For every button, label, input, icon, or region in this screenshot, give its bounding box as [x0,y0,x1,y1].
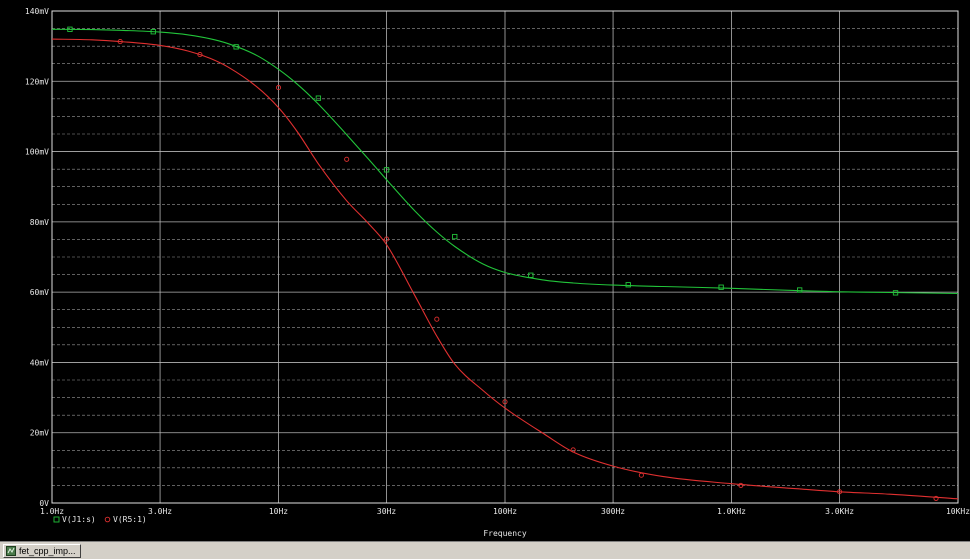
x-tick-label: 1.0KHz [717,507,746,516]
x-tick-label: 3.0KHz [825,507,854,516]
data-marker-circle [638,472,644,478]
plot-canvas: 1.0Hz 3.0Hz 10Hz 30Hz 100Hz 300Hz 1.0KHz 3.0KHz… [25,7,970,538]
document-tab-label: fet_cpp_imp... [19,546,76,556]
x-axis-label: Frequency [483,529,527,538]
data-marker-square [452,233,458,240]
legend-marker-circle [104,516,111,523]
grid-lines [52,11,958,503]
schematic-document-icon [6,546,16,556]
y-tick-label: 100mV [25,148,49,157]
data-marker-square [718,284,724,290]
y-tick-label: 120mV [25,77,49,86]
probe-plot-window: 1.0Hz 3.0Hz 10Hz 30Hz 100Hz 300Hz 1.0KHz 3.0KHz… [0,0,970,541]
y-tick-label: 80mV [30,218,49,227]
x-tick-label: 100Hz [493,507,517,516]
data-marker-square [797,287,803,293]
data-marker-circle [344,156,350,162]
y-tick-label: 60mV [30,288,49,297]
y-tick-label: 20mV [30,429,49,438]
x-tick-label: 10Hz [269,507,288,516]
y-tick-label: 140mV [25,7,49,16]
legend: V(J1:s) V(R5:1) [53,515,147,524]
x-tick-label: 1.0Hz [40,507,64,516]
document-tab[interactable]: fet_cpp_imp... [3,544,81,558]
x-tick-label: 300Hz [601,507,625,516]
x-tick-label: 3.0Hz [148,507,172,516]
status-bar: fet_cpp_imp... [0,541,970,559]
x-axis-ticks: 1.0Hz 3.0Hz 10Hz 30Hz 100Hz 300Hz 1.0KHz 3.0KHz… [40,507,970,516]
y-tick-label: 0V [39,499,49,508]
y-tick-label: 40mV [30,358,49,367]
data-marker-circle [434,316,440,322]
legend-label: V(R5:1) [113,515,147,524]
x-tick-label: 10KHz [946,507,970,516]
x-tick-label: 30Hz [377,507,396,516]
y-axis-ticks: 0V 20mV 40mV 60mV 80mV 100mV 120mV 140mV [25,7,49,508]
legend-label: V(J1:s) [62,515,96,524]
data-marker-square [315,95,322,101]
data-marker-square [625,282,631,288]
legend-marker-square [53,516,60,523]
data-marker-square [528,272,534,278]
